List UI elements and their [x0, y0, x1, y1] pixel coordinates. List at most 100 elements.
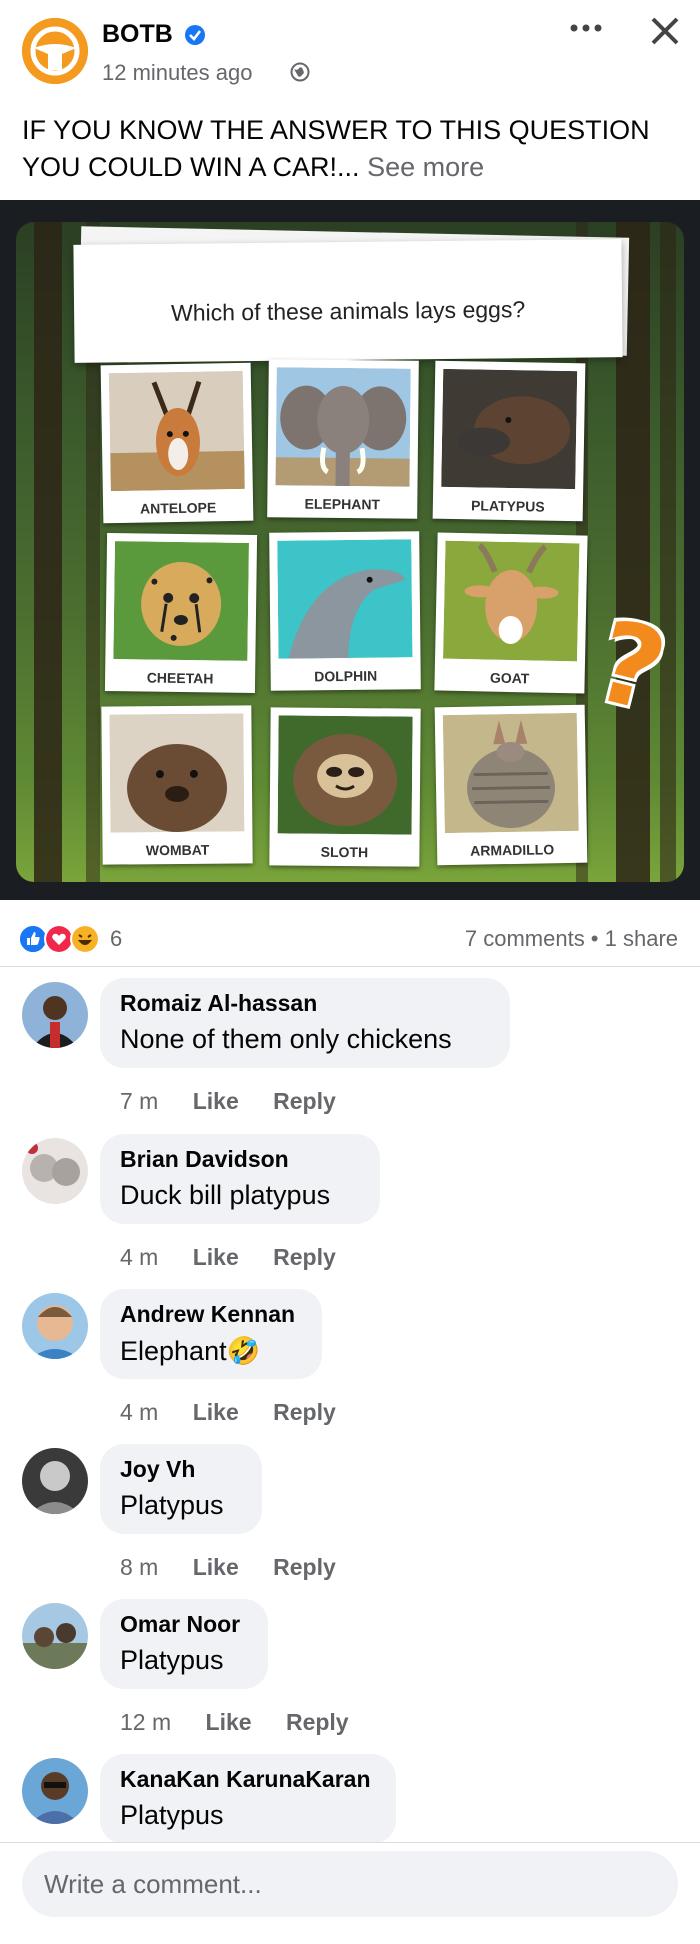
comment-meta: 7 m Like Reply — [120, 1088, 364, 1115]
globe-icon — [290, 62, 310, 82]
tile-label: GOAT — [489, 669, 530, 687]
sloth-image — [277, 715, 413, 835]
animal-tile-antelope: ANTELOPE — [100, 362, 254, 524]
goat-image — [443, 540, 580, 662]
user-avatar-icon — [22, 982, 88, 1048]
post-image[interactable]: Which of these animals lays eggs? ANTELO… — [0, 200, 700, 900]
like-button[interactable]: Like — [206, 1709, 252, 1735]
avatar[interactable] — [22, 982, 88, 1048]
comment-author[interactable]: Joy Vh — [120, 1456, 195, 1483]
comment-author[interactable]: Brian Davidson — [120, 1146, 289, 1173]
post-timestamp[interactable]: 12 minutes ago — [102, 60, 252, 86]
user-avatar-icon — [22, 1293, 88, 1359]
comment: Omar Noor Platypus 12 m Like Reply — [0, 1599, 700, 1753]
like-button[interactable]: Like — [193, 1088, 239, 1114]
reply-button[interactable]: Reply — [286, 1709, 349, 1735]
steering-wheel-icon — [22, 18, 88, 84]
platypus-image — [441, 368, 578, 490]
comments-shares-count[interactable]: 7 comments • 1 share — [465, 926, 678, 952]
user-avatar-icon — [22, 1448, 88, 1514]
comment-text: Duck bill platypus — [120, 1180, 331, 1210]
avatar[interactable] — [22, 1293, 88, 1359]
comment-text: Platypus — [120, 1800, 224, 1830]
question-text: Which of these animals lays eggs? — [170, 296, 526, 326]
comment-text: Platypus — [120, 1645, 224, 1675]
animal-tile-goat: GOAT — [434, 532, 588, 694]
antelope-image — [108, 370, 245, 492]
animal-tile-armadillo: ARMADILLO — [434, 704, 588, 866]
wombat-image — [109, 713, 245, 833]
tile-label: ELEPHANT — [304, 495, 381, 513]
tile-label: DOLPHIN — [314, 667, 378, 685]
page-name[interactable]: BOTB — [102, 20, 173, 49]
comment-time[interactable]: 4 m — [120, 1399, 158, 1425]
comment: Andrew Kennan Elephant🤣 4 m Like Reply — [0, 1289, 700, 1443]
verified-badge-icon — [185, 25, 205, 45]
comment-meta: 4 m Like Reply — [120, 1244, 364, 1271]
more-options-icon[interactable] — [566, 16, 606, 40]
comment-text: Platypus — [120, 1490, 224, 1520]
comment-text: None of them only chickens — [120, 1024, 452, 1054]
avatar[interactable] — [22, 1758, 88, 1824]
like-button[interactable]: Like — [193, 1399, 239, 1425]
reactions-count[interactable]: 6 — [110, 926, 122, 952]
reply-button[interactable]: Reply — [273, 1244, 336, 1270]
post-text: IF YOU KNOW THE ANSWER TO THIS QUESTION … — [22, 112, 682, 186]
comment-time[interactable]: 8 m — [120, 1554, 158, 1580]
comment: Brian Davidson Duck bill platypus 4 m Li… — [0, 1134, 700, 1288]
user-avatar-icon — [22, 1138, 88, 1204]
avatar[interactable] — [22, 1448, 88, 1514]
animal-tile-sloth: SLOTH — [269, 707, 421, 867]
animal-tile-dolphin: DOLPHIN — [269, 531, 421, 691]
elephant-image — [275, 367, 411, 487]
page-avatar[interactable] — [22, 18, 88, 84]
comment-bubble: KanaKan KarunaKaran Platypus — [100, 1754, 396, 1844]
comment-bubble: Joy Vh Platypus — [100, 1444, 262, 1534]
comment-time[interactable]: 12 m — [120, 1709, 171, 1735]
comment-time[interactable]: 4 m — [120, 1244, 158, 1270]
animal-tile-elephant: ELEPHANT — [267, 359, 419, 519]
avatar[interactable] — [22, 1603, 88, 1669]
comment-bubble: Brian Davidson Duck bill platypus — [100, 1134, 380, 1224]
reply-button[interactable]: Reply — [273, 1399, 336, 1425]
forest-background: Which of these animals lays eggs? ANTELO… — [16, 222, 684, 882]
comment-author[interactable]: Romaiz Al-hassan — [120, 990, 317, 1017]
see-more-link[interactable]: See more — [367, 152, 484, 182]
reply-button[interactable]: Reply — [273, 1088, 336, 1114]
close-icon[interactable] — [648, 14, 682, 48]
comment-meta: 12 m Like Reply — [120, 1709, 377, 1736]
like-button[interactable]: Like — [193, 1554, 239, 1580]
tile-label: ARMADILLO — [470, 841, 555, 859]
question-card: Which of these animals lays eggs? — [73, 239, 623, 363]
post-body: IF YOU KNOW THE ANSWER TO THIS QUESTION … — [22, 115, 650, 182]
comment-author[interactable]: Andrew Kennan — [120, 1301, 295, 1328]
comment-author[interactable]: KanaKan KarunaKaran — [120, 1766, 371, 1793]
comment-bubble: Andrew Kennan Elephant🤣 — [100, 1289, 322, 1379]
comment: Romaiz Al-hassan None of them only chick… — [0, 978, 700, 1132]
dolphin-image — [277, 539, 413, 659]
animal-tile-wombat: WOMBAT — [101, 705, 253, 865]
tile-label: SLOTH — [320, 843, 369, 861]
haha-icon[interactable] — [70, 924, 100, 954]
reply-button[interactable]: Reply — [273, 1554, 336, 1580]
armadillo-image — [442, 712, 579, 834]
avatar[interactable] — [22, 1138, 88, 1204]
tile-label: ANTELOPE — [139, 499, 217, 517]
comment-time[interactable]: 7 m — [120, 1088, 158, 1114]
divider — [0, 966, 700, 967]
reactions-row: 6 7 comments • 1 share — [0, 918, 700, 962]
comment-input[interactable] — [22, 1851, 678, 1917]
tile-label: PLATYPUS — [470, 497, 545, 515]
animal-tile-cheetah: CHEETAH — [104, 532, 258, 694]
comment-text: Elephant🤣 — [120, 1336, 261, 1366]
comment-author[interactable]: Omar Noor — [120, 1611, 240, 1638]
user-avatar-icon — [22, 1603, 88, 1669]
like-button[interactable]: Like — [193, 1244, 239, 1270]
comment-meta: 4 m Like Reply — [120, 1399, 364, 1426]
post-header: BOTB 12 minutes ago — [0, 0, 700, 110]
tile-label: WOMBAT — [145, 841, 210, 859]
tile-label: CHEETAH — [146, 669, 214, 687]
comment-meta: 8 m Like Reply — [120, 1554, 364, 1581]
comment: Joy Vh Platypus 8 m Like Reply — [0, 1444, 700, 1598]
user-avatar-icon — [22, 1758, 88, 1824]
